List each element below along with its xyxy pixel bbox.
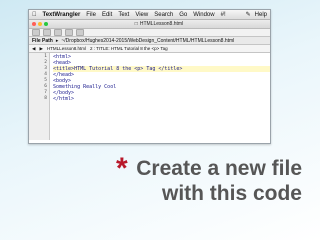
- menu-item-edit[interactable]: Edit: [102, 12, 112, 18]
- menu-item-window[interactable]: Window: [193, 12, 214, 18]
- toolbar-button-1[interactable]: [32, 29, 40, 36]
- menu-item-search[interactable]: Search: [154, 12, 173, 18]
- menu-item-go[interactable]: Go: [179, 12, 187, 18]
- menu-item-help[interactable]: Help: [255, 12, 267, 18]
- slide-title: Create a new file with this code: [132, 156, 302, 206]
- line-number: 8: [44, 96, 47, 101]
- toolbar: [29, 29, 270, 37]
- document-title-text: HTMLLesson8.html: [139, 21, 184, 27]
- editor-area[interactable]: 1 2 3 4 5 6 7 8 <html> <head> <title>HTM…: [29, 53, 270, 140]
- back-arrow-icon[interactable]: ◀: [32, 46, 35, 52]
- toolbar-button-3[interactable]: [54, 29, 62, 36]
- nav-file-name[interactable]: HTMLLesson8.html: [47, 46, 86, 51]
- menu-app-name[interactable]: TextWrangler: [43, 12, 81, 18]
- script-menu-icon[interactable]: ✎: [246, 11, 251, 18]
- document-title: □ HTMLLesson8.html: [135, 21, 183, 27]
- html-file-icon: □: [134, 21, 138, 27]
- code-text[interactable]: <html> <head> <title>HTML Tutorial 8 the…: [50, 53, 270, 140]
- file-path-label[interactable]: File Path: [32, 38, 53, 44]
- menu-item-scripts[interactable]: #!: [221, 12, 226, 18]
- toolbar-button-5[interactable]: [76, 29, 84, 36]
- menu-item-text[interactable]: Text: [118, 12, 129, 18]
- menu-bar:  TextWrangler File Edit Text View Searc…: [29, 10, 270, 20]
- file-path-bar: File Path ▸ ~/Dropbox/Hughes2014-2015/We…: [29, 37, 270, 45]
- slide-bullet-asterisk: *: [116, 152, 128, 185]
- code-line[interactable]: </html>: [53, 96, 270, 102]
- file-path-value: ~/Dropbox/Hughes2014-2015/WebDesign_Cont…: [61, 37, 235, 44]
- zoom-button[interactable]: [44, 22, 48, 26]
- forward-arrow-icon[interactable]: ▶: [39, 46, 42, 52]
- document-nav-bar: ◀ ▶ HTMLLesson8.html 2 : TITLE: HTML Tut…: [29, 45, 270, 53]
- document-title-bar: □ HTMLLesson8.html: [29, 20, 270, 29]
- minimize-button[interactable]: [38, 22, 42, 26]
- slide-title-line-1: Create a new file: [136, 157, 302, 180]
- slide-title-line-2: with this code: [161, 182, 302, 205]
- toolbar-button-4[interactable]: [65, 29, 73, 36]
- chevron-right-icon: ▸: [55, 37, 59, 44]
- apple-icon[interactable]: : [32, 12, 37, 18]
- menu-item-view[interactable]: View: [135, 12, 148, 18]
- nav-function-position[interactable]: 2 : TITLE: HTML Tutorial 8 the <p> Tag: [90, 46, 168, 51]
- textwrangler-screenshot:  TextWrangler File Edit Text View Searc…: [28, 9, 271, 144]
- line-number-gutter: 1 2 3 4 5 6 7 8: [29, 53, 50, 140]
- close-button[interactable]: [32, 22, 36, 26]
- window-controls: [32, 22, 48, 26]
- toolbar-button-2[interactable]: [43, 29, 51, 36]
- menu-item-file[interactable]: File: [86, 12, 96, 18]
